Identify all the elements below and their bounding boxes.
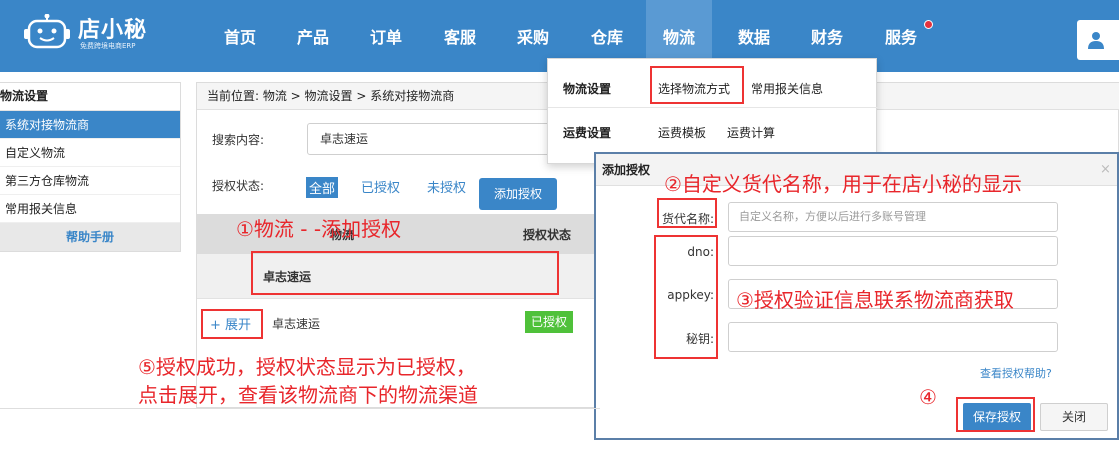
help-manual-link[interactable]: 帮助手册 <box>0 223 180 251</box>
search-label: 搜索内容: <box>212 133 265 147</box>
dropdown-item-freight-calc[interactable]: 运费计算 <box>727 124 775 141</box>
sidebar-title: 物流设置 <box>0 83 180 111</box>
highlight-choose-shipping <box>650 66 744 104</box>
nav-item-products[interactable]: 产品 <box>280 0 346 72</box>
column-header-auth-status: 授权状态 <box>523 228 572 242</box>
close-dialog-button[interactable]: 关闭 <box>1040 403 1108 431</box>
annotation-step-2: ②自定义货代名称，用于在店小秘的显示 <box>664 172 1022 196</box>
sidebar-item-custom-logistics[interactable]: 自定义物流 <box>0 139 180 167</box>
notification-dot <box>924 20 933 29</box>
dropdown-divider <box>548 107 878 108</box>
highlight-agent-name <box>657 198 717 228</box>
dropdown-item-freight-template[interactable]: 运费模板 <box>658 124 706 141</box>
agent-name-input[interactable]: 自定义名称，方便以后进行多账号管理 <box>728 202 1058 232</box>
app-logo[interactable]: 店小秘 免费跨境电商ERP <box>24 10 164 52</box>
annotation-step-5-line-2: 点击展开，查看该物流商下的物流渠道 <box>138 383 478 407</box>
status-badge: 已授权 <box>525 311 573 333</box>
dropdown-head-logistics-settings: 物流设置 <box>563 82 612 96</box>
annotation-step-5-line-1: ⑤授权成功，授权状态显示为已授权， <box>138 355 476 379</box>
user-icon <box>1088 32 1104 49</box>
row-carrier-name: 卓志速运 <box>272 317 321 331</box>
sidebar-item-system-carriers[interactable]: 系统对接物流商 <box>0 111 180 139</box>
filter-all[interactable]: 全部 <box>306 177 339 198</box>
secret-input[interactable] <box>728 322 1058 352</box>
dno-input[interactable] <box>728 236 1058 266</box>
user-menu-button[interactable] <box>1077 20 1119 60</box>
logo-subtitle: 免费跨境电商ERP <box>80 42 136 50</box>
nav-item-home[interactable]: 首页 <box>207 0 273 72</box>
nav-item-orders[interactable]: 订单 <box>353 0 419 72</box>
annotation-step-4: ④ <box>919 385 937 409</box>
annotation-step-3: ③授权验证信息联系物流商获取 <box>736 288 1014 312</box>
highlight-save-button <box>956 397 1035 432</box>
dropdown-head-freight-settings: 运费设置 <box>563 126 612 140</box>
highlight-expand <box>201 309 263 339</box>
sidebar-item-customs-info[interactable]: 常用报关信息 <box>0 195 180 223</box>
sidebar-item-third-party-warehouse[interactable]: 第三方仓库物流 <box>0 167 180 195</box>
add-authorization-button[interactable]: 添加授权 <box>479 178 557 210</box>
annotation-step-1: ①物流 - -添加授权 <box>236 217 402 241</box>
nav-item-services[interactable]: 服务 <box>868 0 934 72</box>
dialog-close-icon[interactable]: × <box>1100 162 1111 177</box>
screen: 店小秘 免费跨境电商ERP 首页 产品 订单 客服 采购 仓库 物流 数据 财务… <box>0 0 1119 455</box>
filter-authorized[interactable]: 已授权 <box>361 177 400 196</box>
logo-text: 店小秘 <box>78 18 148 43</box>
sidebar: 物流设置 系统对接物流商 自定义物流 第三方仓库物流 常用报关信息 帮助手册 <box>0 82 181 252</box>
highlight-add-authorization <box>251 251 559 295</box>
auth-status-label: 授权状态: <box>212 179 265 193</box>
robot-logo-icon <box>24 14 70 49</box>
page-divider <box>0 408 600 409</box>
highlight-auth-fields <box>654 235 718 359</box>
auth-help-link[interactable]: 查看授权帮助? <box>980 365 1052 381</box>
filter-unauthorized[interactable]: 未授权 <box>427 177 466 196</box>
nav-item-customer-service[interactable]: 客服 <box>427 0 493 72</box>
dropdown-item-customs-info[interactable]: 常用报关信息 <box>751 80 823 97</box>
